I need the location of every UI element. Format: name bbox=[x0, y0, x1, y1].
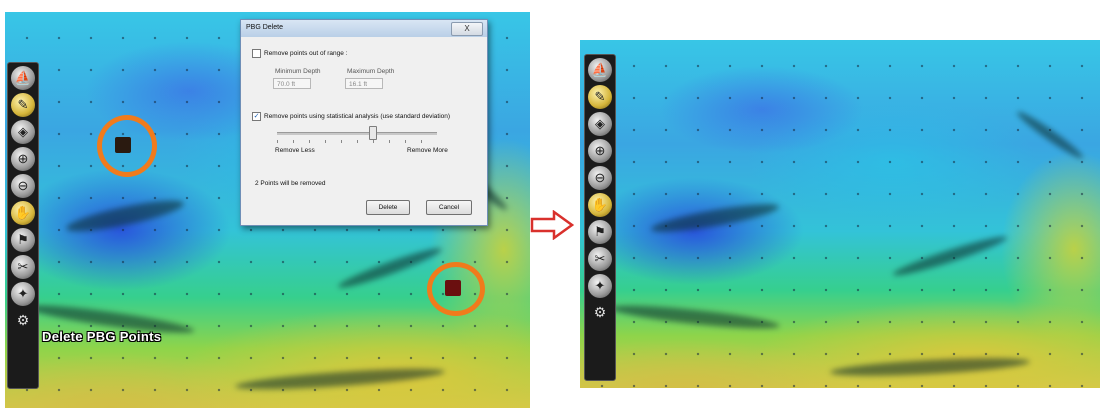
settings-gears-icon[interactable]: ⚙ bbox=[10, 310, 36, 330]
zoom-in-icon[interactable]: ⊕ bbox=[588, 139, 612, 163]
delete-button[interactable]: Delete bbox=[366, 200, 410, 215]
pbg-delete-dialog: PBG Delete X Remove points out of range … bbox=[240, 19, 488, 226]
remove-more-label: Remove More bbox=[407, 147, 448, 154]
statistical-option-label: Remove points using statistical analysis… bbox=[264, 113, 451, 120]
fish-icon[interactable]: ◈ bbox=[588, 112, 612, 136]
removal-slider-thumb[interactable] bbox=[369, 126, 377, 140]
fish-icon[interactable]: ◈ bbox=[11, 120, 35, 144]
max-depth-field[interactable]: 16.1 ft bbox=[345, 78, 383, 89]
zoom-out-icon[interactable]: ⊖ bbox=[11, 174, 35, 198]
sonar-boat-icon[interactable]: ⛵ bbox=[588, 58, 612, 82]
close-icon[interactable]: X bbox=[451, 22, 483, 36]
range-option-checkbox[interactable] bbox=[252, 49, 261, 58]
edit-icon[interactable]: ✎ bbox=[588, 85, 612, 109]
points-removed-status: 2 Points will be removed bbox=[255, 180, 326, 187]
measure-icon[interactable]: ✂ bbox=[588, 247, 612, 271]
pan-hand-icon[interactable]: ✋ bbox=[588, 193, 612, 217]
zoom-in-icon[interactable]: ⊕ bbox=[11, 147, 35, 171]
delete-pbg-points-icon[interactable]: ✦ bbox=[11, 282, 35, 306]
range-option-label: Remove points out of range : bbox=[264, 50, 348, 57]
depth-map-after[interactable] bbox=[580, 40, 1100, 388]
slider-ticks bbox=[277, 140, 437, 143]
statistical-option-checkbox[interactable]: ✓ bbox=[252, 112, 261, 121]
waypoint-pin-icon[interactable]: ⚑ bbox=[588, 220, 612, 244]
dialog-titlebar[interactable]: PBG Delete X bbox=[241, 20, 487, 37]
waypoint-pin-icon[interactable]: ⚑ bbox=[11, 228, 35, 252]
pan-hand-icon[interactable]: ✋ bbox=[11, 201, 35, 225]
sonar-boat-icon[interactable]: ⛵ bbox=[11, 66, 35, 90]
outlier-highlight-ring-left bbox=[97, 115, 157, 177]
dialog-title: PBG Delete bbox=[246, 24, 283, 31]
transition-arrow-icon bbox=[530, 210, 574, 240]
min-depth-field[interactable]: 70.0 ft bbox=[273, 78, 311, 89]
active-tool-tooltip: Delete PBG Points bbox=[42, 329, 162, 344]
cancel-button[interactable]: Cancel bbox=[426, 200, 472, 215]
tool-palette-right: ⛵ ✎ ◈ ⊕ ⊖ ✋ ⚑ ✂ ✦ ⚙ bbox=[584, 54, 616, 381]
outlier-highlight-ring-right bbox=[427, 262, 485, 316]
remove-less-label: Remove Less bbox=[275, 147, 315, 154]
zoom-out-icon[interactable]: ⊖ bbox=[588, 166, 612, 190]
min-depth-label: Minimum Depth bbox=[275, 68, 321, 75]
delete-pbg-points-icon[interactable]: ✦ bbox=[588, 274, 612, 298]
tool-palette-left: ⛵ ✎ ◈ ⊕ ⊖ ✋ ⚑ ✂ ✦ ⚙ bbox=[7, 62, 39, 389]
measure-icon[interactable]: ✂ bbox=[11, 255, 35, 279]
edit-icon[interactable]: ✎ bbox=[11, 93, 35, 117]
settings-gears-icon[interactable]: ⚙ bbox=[587, 302, 613, 322]
max-depth-label: Maximum Depth bbox=[347, 68, 395, 75]
removal-slider-track[interactable] bbox=[277, 132, 437, 135]
